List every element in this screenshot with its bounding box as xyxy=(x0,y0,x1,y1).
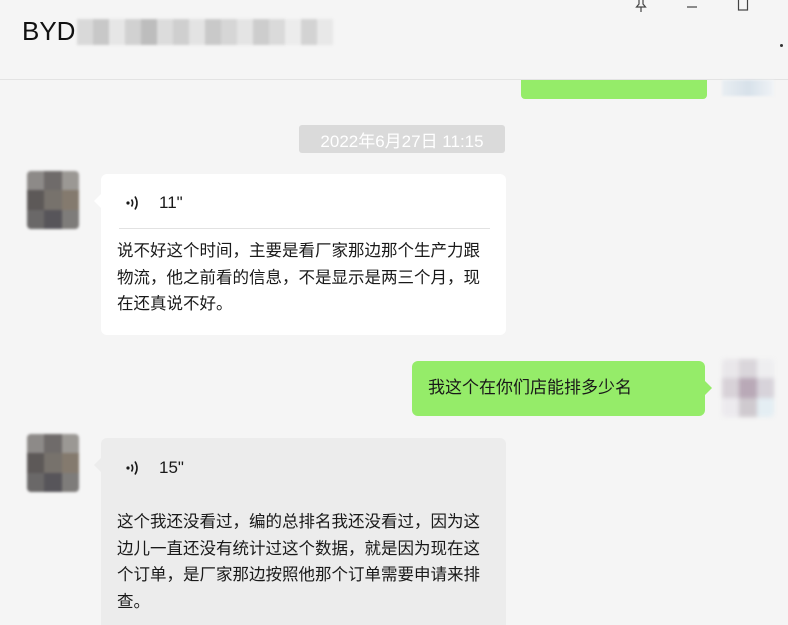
my-avatar-partial[interactable] xyxy=(722,80,774,96)
bubble-tail xyxy=(94,458,101,472)
voice-message-bubble[interactable]: 11" 说不好这个时间，主要是看厂家那边那个生产力跟物流，他之前看的信息，不是显… xyxy=(94,174,506,335)
contact-avatar[interactable] xyxy=(27,171,79,229)
text-message-bubble[interactable]: 我这个在你们店能排多少名 xyxy=(412,361,712,416)
voice-duration: 11" xyxy=(159,193,183,212)
voice-play-row[interactable]: 15" xyxy=(125,457,184,479)
voice-wave-icon xyxy=(126,461,138,475)
previous-sent-bubble[interactable] xyxy=(521,80,707,99)
chat-title-text: BYD xyxy=(22,16,76,46)
more-options-icon[interactable] xyxy=(780,44,783,47)
minimize-icon[interactable] xyxy=(677,0,707,16)
voice-play-row[interactable]: 11" xyxy=(125,192,183,214)
message-timestamp: 2022年6月27日 11:15 xyxy=(299,125,505,153)
message-text: 我这个在你们店能排多少名 xyxy=(428,378,632,398)
bubble-tail xyxy=(705,381,712,395)
contact-avatar[interactable] xyxy=(27,434,79,492)
bubble-tail xyxy=(94,194,101,208)
voice-duration: 15" xyxy=(159,458,184,477)
voice-divider xyxy=(119,228,490,229)
my-avatar[interactable] xyxy=(722,359,774,417)
pin-icon[interactable] xyxy=(626,0,656,16)
voice-transcript: 这个我还没看过，编的总排名我还没看过，因为这边儿一直还没有统计过这个数据，就是因… xyxy=(117,512,480,611)
maximize-icon[interactable] xyxy=(728,0,758,16)
voice-transcript: 说不好这个时间，主要是看厂家那边那个生产力跟物流，他之前看的信息，不是显示是两三… xyxy=(117,241,480,313)
voice-wave-icon xyxy=(126,196,138,210)
redacted-contact-name xyxy=(77,17,334,47)
chat-title[interactable]: BYD xyxy=(22,16,334,47)
title-bar: BYD xyxy=(0,0,788,80)
voice-message-bubble[interactable]: 15" 这个我还没看过，编的总排名我还没看过，因为这边儿一直还没有统计过这个数据… xyxy=(94,438,506,625)
